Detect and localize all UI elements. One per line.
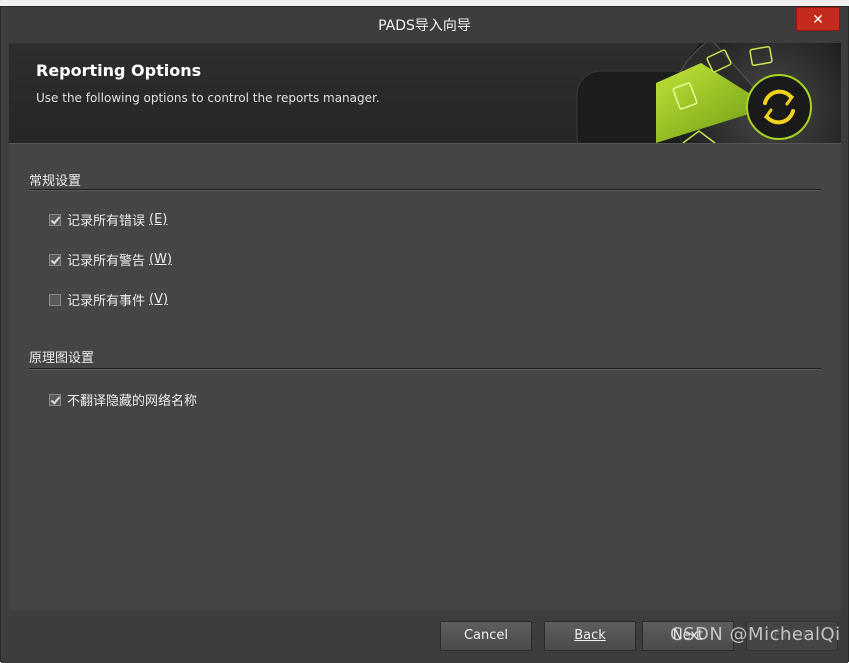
title-bar: PADS导入向导 ✕ [1,7,848,41]
import-wizard-window: PADS导入向导 ✕ Reporting Options Use the fol… [0,6,849,663]
log-warnings-checkbox[interactable] [49,253,61,266]
banner-graphic [576,43,841,143]
option-label: 记录所有警告 [67,254,146,269]
close-button[interactable]: ✕ [796,7,840,31]
option-accelerator: (W) [149,252,173,267]
page-title: Reporting Options [36,61,202,80]
page-subtitle: Use the following options to control the… [36,91,380,105]
log-all-events-option[interactable]: 记录所有事件 (V) [49,290,168,309]
section-divider [29,368,821,370]
dont-translate-hidden-nets-option[interactable]: 不翻译隐藏的网络名称 [49,390,197,409]
wizard-footer: Cancel Back Next Finish [1,611,848,663]
hidden-nets-checkbox[interactable] [49,393,61,406]
log-all-errors-option[interactable]: 记录所有错误 (E) [49,210,167,229]
option-label: 记录所有事件 [67,294,146,309]
log-events-checkbox[interactable] [49,293,61,306]
back-label: Back [574,628,606,643]
option-accelerator: (E) [149,212,168,227]
back-button[interactable]: Back [544,621,636,651]
window-title: PADS导入向导 [378,18,471,34]
close-icon: ✕ [812,12,824,28]
wizard-banner: Reporting Options Use the following opti… [9,43,841,144]
general-settings-header: 常规设置 [29,174,82,189]
next-button[interactable]: Next [642,621,734,651]
cancel-button[interactable]: Cancel [440,621,532,651]
finish-button[interactable]: Finish [746,621,838,651]
section-divider [29,189,821,191]
log-errors-checkbox[interactable] [49,213,61,226]
option-accelerator: (V) [149,292,169,307]
schematic-settings-header: 原理图设置 [29,351,95,366]
options-panel: 常规设置 记录所有错误 (E) 记录所有警告 (W) 记录所有事件 (V) 原理… [9,144,841,610]
option-label: 不翻译隐藏的网络名称 [67,394,198,409]
log-all-warnings-option[interactable]: 记录所有警告 (W) [49,250,172,269]
option-label: 记录所有错误 [67,214,146,229]
